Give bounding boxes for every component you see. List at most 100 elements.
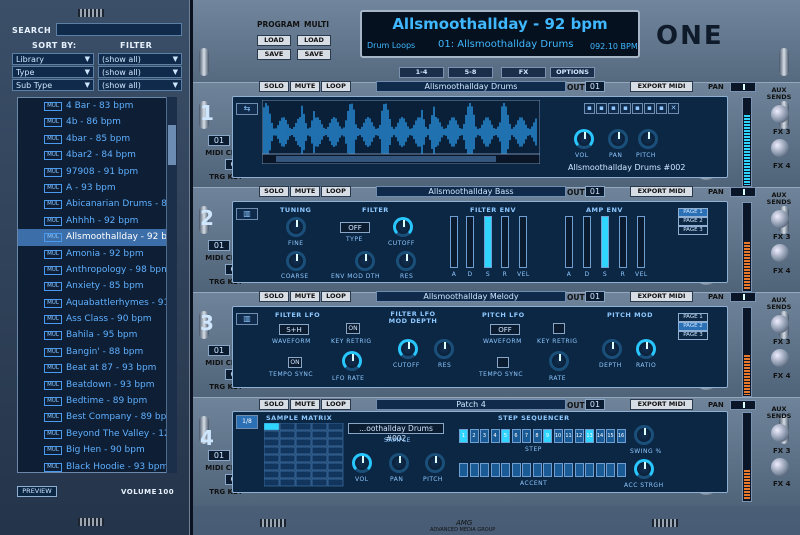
swing-knob[interactable] bbox=[634, 425, 654, 445]
step-button[interactable]: 4 bbox=[490, 429, 500, 443]
pan-slider[interactable] bbox=[730, 292, 756, 302]
amp-env-slider[interactable] bbox=[583, 216, 591, 268]
depth-knob[interactable] bbox=[602, 339, 622, 359]
loop-button[interactable]: LOOP bbox=[321, 399, 351, 410]
accent-button[interactable] bbox=[585, 463, 594, 477]
pan-slider[interactable] bbox=[730, 82, 756, 92]
grid-icon[interactable]: ▪ bbox=[656, 103, 667, 114]
list-item[interactable]: MUL 4 Bar - 83 bpm bbox=[18, 98, 176, 114]
accent-button[interactable] bbox=[595, 463, 605, 477]
solo-button[interactable]: SOLO bbox=[259, 186, 289, 197]
volume-value[interactable]: 100 bbox=[158, 488, 174, 496]
fx3-send-knob[interactable] bbox=[771, 210, 789, 228]
amp-env-slider[interactable] bbox=[601, 216, 609, 268]
list-item[interactable]: MUL 4bar - 85 bpm bbox=[18, 131, 176, 147]
tab-options[interactable]: OPTIONS bbox=[550, 67, 595, 78]
accent-button[interactable] bbox=[459, 463, 468, 477]
out-select[interactable]: 01 bbox=[585, 399, 605, 410]
accent-button[interactable] bbox=[532, 463, 542, 477]
list-item[interactable]: MUL 4bar2 - 84 bpm bbox=[18, 147, 176, 163]
pitch-knob[interactable] bbox=[425, 453, 445, 473]
filter-env-slider[interactable] bbox=[484, 216, 492, 268]
filter-env-slider[interactable] bbox=[501, 216, 509, 268]
midi-channel-select[interactable]: 01 bbox=[208, 450, 230, 461]
loop-button[interactable]: LOOP bbox=[321, 81, 351, 92]
pan-knob[interactable] bbox=[608, 129, 628, 149]
fine-knob[interactable] bbox=[286, 217, 306, 237]
sort-field-subtype[interactable]: Sub Type ▼ bbox=[12, 79, 94, 91]
export-midi-button[interactable]: EXPORT MIDI bbox=[630, 186, 693, 197]
step-button[interactable]: 11 bbox=[564, 429, 573, 443]
page-button-2[interactable]: PAGE 2 bbox=[678, 217, 708, 226]
list-item[interactable]: MUL Beatdown - 93 bpm bbox=[18, 377, 176, 393]
matrix-mode-button[interactable]: 1/8 bbox=[236, 415, 258, 429]
mute-button[interactable]: MUTE bbox=[290, 186, 320, 197]
synth-mode-icon[interactable]: ▥ bbox=[236, 313, 258, 325]
loop-icon[interactable]: ▪ bbox=[644, 103, 655, 114]
pan-knob[interactable] bbox=[389, 453, 409, 473]
midi-channel-select[interactable]: 01 bbox=[208, 345, 230, 356]
fx3-send-knob[interactable] bbox=[771, 315, 789, 333]
delete-icon[interactable]: ✕ bbox=[668, 103, 679, 114]
step-button[interactable]: 1 bbox=[459, 429, 468, 443]
export-midi-button[interactable]: EXPORT MIDI bbox=[630, 81, 693, 92]
sort-field-library[interactable]: Library ▼ bbox=[12, 53, 94, 65]
step-button[interactable]: 2 bbox=[469, 429, 479, 443]
list-item[interactable]: MUL A - 93 bpm bbox=[18, 180, 176, 196]
filter-type-select[interactable]: OFF bbox=[340, 222, 370, 233]
midi-channel-select[interactable]: 01 bbox=[208, 240, 230, 251]
fx4-send-knob[interactable] bbox=[771, 349, 789, 367]
pitch-key-retrig-toggle[interactable] bbox=[553, 323, 565, 334]
accent-button[interactable] bbox=[616, 463, 626, 477]
filter-env-slider[interactable] bbox=[466, 216, 474, 268]
key-retrig-toggle[interactable]: ON bbox=[346, 323, 360, 334]
list-item[interactable]: MUL Amonia - 92 bpm bbox=[18, 246, 176, 262]
loop-button[interactable]: LOOP bbox=[321, 186, 351, 197]
mute-button[interactable]: MUTE bbox=[290, 399, 320, 410]
list-item[interactable]: MUL Ahhhh - 92 bpm bbox=[18, 213, 176, 229]
out-select[interactable]: 01 bbox=[585, 81, 605, 92]
step-button[interactable]: 7 bbox=[522, 429, 531, 443]
pitch-waveform-select[interactable]: OFF bbox=[490, 324, 520, 335]
accent-strength-knob[interactable] bbox=[634, 459, 654, 479]
solo-button[interactable]: SOLO bbox=[259, 291, 289, 302]
sort-field-type[interactable]: Type ▼ bbox=[12, 66, 94, 78]
multi-save-button[interactable]: SAVE bbox=[297, 49, 331, 60]
fx3-send-knob[interactable] bbox=[771, 105, 789, 123]
fx4-send-knob[interactable] bbox=[771, 139, 789, 157]
page-button-1[interactable]: PAGE 1 bbox=[678, 313, 708, 322]
page-button-2[interactable]: PAGE 2 bbox=[678, 322, 708, 331]
tab-fx[interactable]: FX bbox=[501, 67, 546, 78]
vol-knob[interactable] bbox=[574, 129, 594, 149]
sample-select[interactable]: ...oothallday Drums #002 bbox=[348, 423, 444, 443]
list-item[interactable]: MUL Black Hoodie - 93 bpm bbox=[18, 459, 176, 472]
scrollbar-thumb[interactable] bbox=[168, 125, 176, 165]
waveform-mode-icon[interactable]: ⇆ bbox=[236, 103, 258, 115]
mute-button[interactable]: MUTE bbox=[290, 291, 320, 302]
pitch-knob[interactable] bbox=[638, 129, 658, 149]
filter-field-subtype[interactable]: (show all) ▼ bbox=[98, 79, 182, 91]
list-scrollbar[interactable] bbox=[166, 97, 177, 473]
accent-button[interactable] bbox=[553, 463, 563, 477]
accent-button[interactable] bbox=[522, 463, 531, 477]
list-item[interactable]: MUL Ass Class - 90 bpm bbox=[18, 311, 176, 327]
list-item[interactable]: MUL Anxiety - 85 bpm bbox=[18, 278, 176, 294]
list-item[interactable]: MUL Abicanarian Drums - 84 bbox=[18, 196, 176, 212]
page-button-3[interactable]: PAGE 3 bbox=[678, 226, 708, 235]
accent-button[interactable] bbox=[469, 463, 479, 477]
list-item[interactable]: MUL Bedtime - 89 bpm bbox=[18, 393, 176, 409]
accent-button[interactable] bbox=[564, 463, 573, 477]
ratio-knob[interactable] bbox=[636, 339, 656, 359]
amp-env-slider[interactable] bbox=[637, 216, 645, 268]
coarse-knob[interactable] bbox=[286, 251, 306, 271]
amp-env-slider[interactable] bbox=[565, 216, 573, 268]
step-button[interactable]: 6 bbox=[511, 429, 521, 443]
patch-list[interactable]: MUL 4 Bar - 83 bpm MUL 4b - 86 bpm MUL 4bar -… bbox=[17, 97, 177, 473]
tab-5-8[interactable]: 5-8 bbox=[448, 67, 493, 78]
accent-button[interactable] bbox=[574, 463, 584, 477]
out-select[interactable]: 01 bbox=[585, 291, 605, 302]
export-midi-button[interactable]: EXPORT MIDI bbox=[630, 291, 693, 302]
slot-name-display[interactable]: Patch 4 bbox=[376, 399, 566, 410]
step-button[interactable]: 15 bbox=[606, 429, 615, 443]
pan-slider[interactable] bbox=[730, 187, 756, 197]
